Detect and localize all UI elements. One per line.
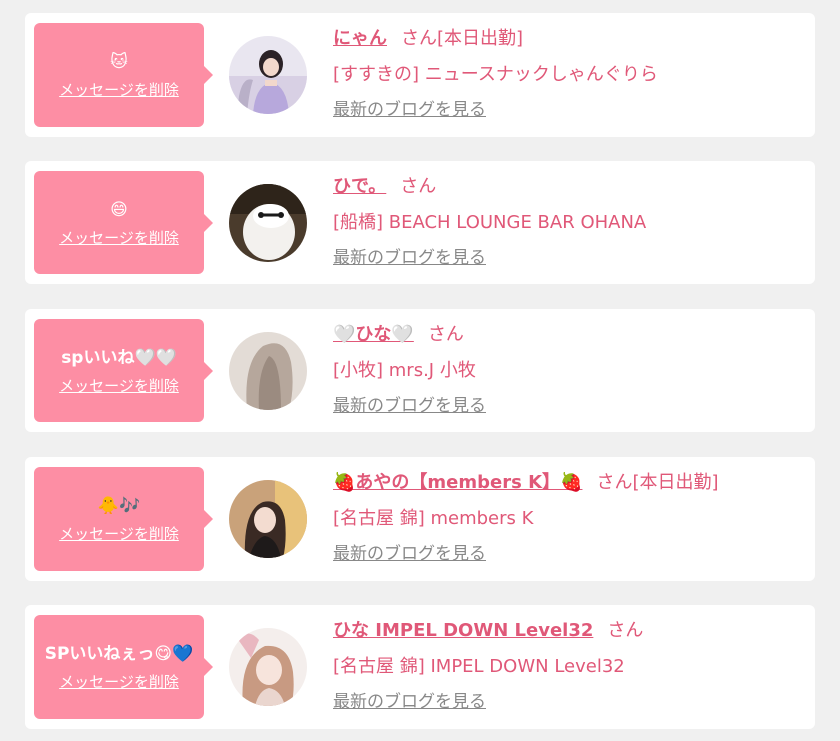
latest-blog-link[interactable]: 最新のブログを見る xyxy=(333,246,486,270)
latest-blog-link[interactable]: 最新のブログを見る xyxy=(333,394,486,418)
message-card: SPいいねぇっ😋💙 メッセージを削除 ひな IMPEL DOWN Level32… xyxy=(25,605,815,729)
message-text: spいいね🤍🤍 xyxy=(61,347,177,368)
honorific: さん xyxy=(427,324,464,345)
delete-message-link[interactable]: メッセージを削除 xyxy=(59,79,179,100)
message-text: 🐱 xyxy=(110,52,128,72)
message-bubble: 🐱 メッセージを削除 xyxy=(34,23,213,127)
delete-message-link[interactable]: メッセージを削除 xyxy=(59,227,179,248)
avatar[interactable] xyxy=(229,480,307,558)
sender-name-line: 🤍ひな🤍 さん xyxy=(333,322,805,348)
sender-name-line: 🍓あやの【members K】🍓 さん[本日出勤] xyxy=(333,470,805,496)
message-text: 🐥🎶 xyxy=(97,496,141,516)
message-text: SPいいねぇっ😋💙 xyxy=(44,644,194,664)
shop-name: [名古屋 錦] members K xyxy=(333,508,534,529)
sender-info: ひで。 さん [船橋] BEACH LOUNGE BAR OHANA 最新のブログ… xyxy=(333,174,805,270)
shop-name: [すすきの] ニュースナックしゃんぐりら xyxy=(333,64,658,85)
sender-info: ひな IMPEL DOWN Level32 さん [名古屋 錦] IMPEL DO… xyxy=(333,618,805,714)
honorific: さん xyxy=(400,176,437,197)
honorific: さん xyxy=(401,28,437,49)
message-bubble: 🐥🎶 メッセージを削除 xyxy=(34,467,213,571)
sender-name-link[interactable]: ひな IMPEL DOWN Level32 xyxy=(333,620,593,641)
honorific: さん xyxy=(596,472,633,493)
avatar[interactable] xyxy=(229,332,307,410)
work-status: [本日出勤] xyxy=(632,472,719,493)
latest-blog-link[interactable]: 最新のブログを見る xyxy=(333,542,486,566)
sender-name-link[interactable]: 🤍ひな🤍 xyxy=(333,324,414,345)
delete-message-link[interactable]: メッセージを削除 xyxy=(59,671,179,692)
avatar[interactable] xyxy=(229,628,307,706)
message-card: 😄 メッセージを削除 ひで。 さん [船橋] BEACH LOUNGE BAR O… xyxy=(25,161,815,284)
sender-info: にゃん さん[本日出勤] [すすきの] ニュースナックしゃんぐりら 最新のブログを… xyxy=(333,26,805,122)
sender-info: 🍓あやの【members K】🍓 さん[本日出勤] [名古屋 錦] members… xyxy=(333,470,805,566)
message-bubble: 😄 メッセージを削除 xyxy=(34,171,213,274)
work-status: [本日出勤] xyxy=(437,28,524,49)
sender-name-line: ひな IMPEL DOWN Level32 さん xyxy=(333,618,805,644)
avatar[interactable] xyxy=(229,184,307,262)
sender-name-line: ひで。 さん xyxy=(333,174,805,200)
shop-name: [名古屋 錦] IMPEL DOWN Level32 xyxy=(333,656,625,677)
message-bubble: SPいいねぇっ😋💙 メッセージを削除 xyxy=(34,615,213,719)
sender-name-line: にゃん さん[本日出勤] xyxy=(333,26,805,52)
message-card: 🐱 メッセージを削除 にゃん さん[本日出勤] [すすきの] ニュースナックしゃん… xyxy=(25,13,815,137)
shop-name: [小牧] mrs.J 小牧 xyxy=(333,360,476,381)
message-card: 🐥🎶 メッセージを削除 🍓あやの【members K】🍓 さん[本日出勤] [名古… xyxy=(25,457,815,581)
message-card: spいいね🤍🤍 メッセージを削除 🤍ひな🤍 さん [小牧] mrs.J 小牧 最新… xyxy=(25,309,815,432)
latest-blog-link[interactable]: 最新のブログを見る xyxy=(333,690,486,714)
latest-blog-link[interactable]: 最新のブログを見る xyxy=(333,98,486,122)
sender-name-link[interactable]: ひで。 xyxy=(333,176,386,197)
sender-name-link[interactable]: 🍓あやの【members K】🍓 xyxy=(333,472,582,493)
avatar[interactable] xyxy=(229,36,307,114)
message-bubble: spいいね🤍🤍 メッセージを削除 xyxy=(34,319,213,422)
message-text: 😄 xyxy=(110,199,128,220)
shop-name: [船橋] BEACH LOUNGE BAR OHANA xyxy=(333,212,647,233)
sender-name-link[interactable]: にゃん xyxy=(333,28,387,49)
delete-message-link[interactable]: メッセージを削除 xyxy=(59,523,179,544)
sender-info: 🤍ひな🤍 さん [小牧] mrs.J 小牧 最新のブログを見る xyxy=(333,322,805,418)
honorific: さん xyxy=(607,620,644,641)
delete-message-link[interactable]: メッセージを削除 xyxy=(59,375,179,396)
